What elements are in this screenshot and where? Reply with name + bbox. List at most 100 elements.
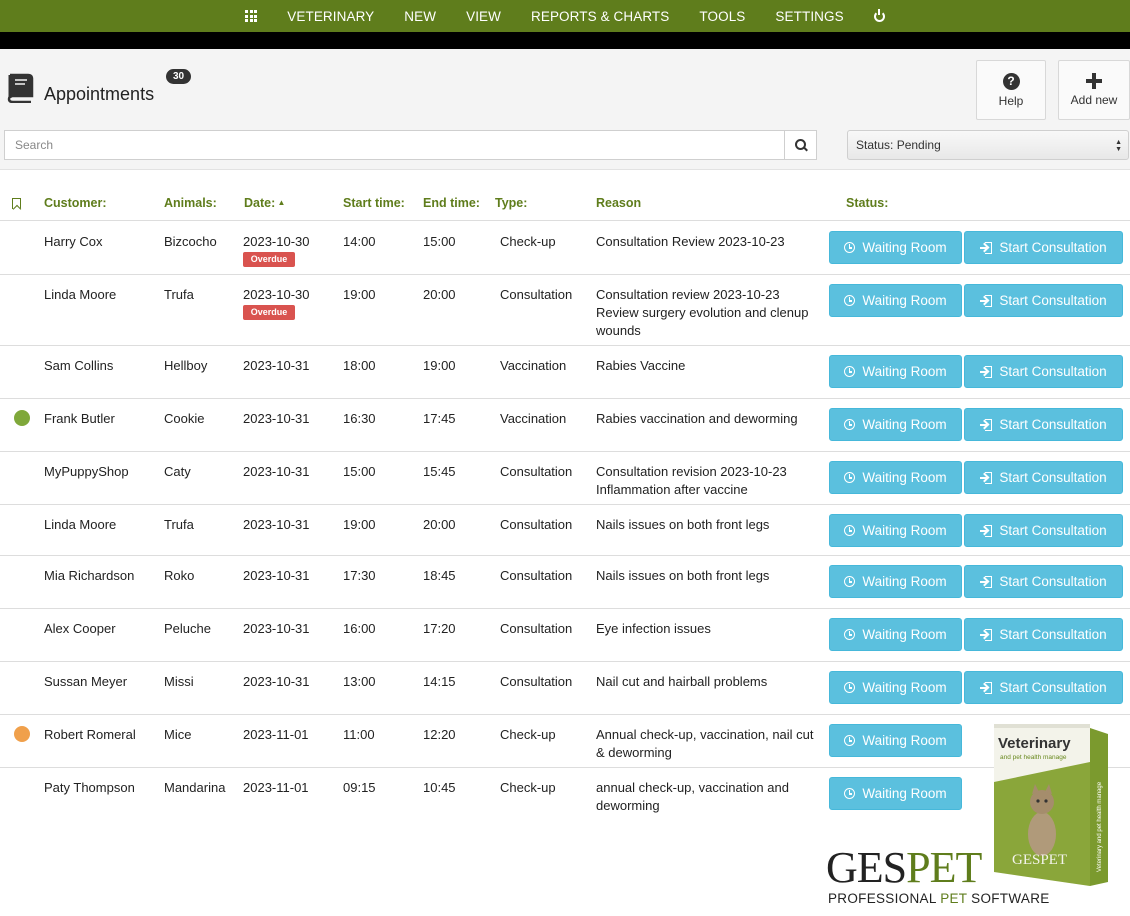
start-consultation-button[interactable]: Start Consultation xyxy=(964,231,1123,264)
waiting-room-label: Waiting Room xyxy=(862,293,947,308)
customer-name[interactable]: Linda Moore xyxy=(44,516,116,534)
appointment-date: 2023-10-31 xyxy=(243,620,310,638)
appointment-date: 2023-10-31 xyxy=(243,463,310,481)
customer-name[interactable]: Sussan Meyer xyxy=(44,673,127,691)
animal-name[interactable]: Trufa xyxy=(164,286,194,304)
search-button[interactable] xyxy=(784,130,817,160)
animal-name[interactable]: Caty xyxy=(164,463,191,481)
nav-veterinary[interactable]: VETERINARY xyxy=(272,0,389,32)
waiting-room-button[interactable]: Waiting Room xyxy=(829,284,962,317)
start-consultation-button[interactable]: Start Consultation xyxy=(964,408,1123,441)
status-filter-label: Status: xyxy=(856,138,894,152)
clock-icon xyxy=(844,788,856,799)
plus-icon xyxy=(1086,73,1102,89)
table-row[interactable]: Sussan Meyer Missi 2023-10-31 13:00 14:15 Con… xyxy=(0,662,1130,715)
start-consultation-button[interactable]: Start Consultation xyxy=(964,514,1123,547)
animal-name[interactable]: Mice xyxy=(164,726,191,744)
animal-name[interactable]: Bizcocho xyxy=(164,233,217,251)
waiting-room-button[interactable]: Waiting Room xyxy=(829,565,962,598)
customer-name[interactable]: Frank Butler xyxy=(44,410,115,428)
col-date[interactable]: Date: ▲ xyxy=(244,196,285,210)
start-consultation-button[interactable]: Start Consultation xyxy=(964,565,1123,598)
status-dot xyxy=(14,410,30,426)
tagline-a: PROFESSIONAL xyxy=(828,891,941,906)
table-row[interactable]: MyPuppyShop Caty 2023-10-31 15:00 15:45 Consu… xyxy=(0,452,1130,505)
end-time: 15:00 xyxy=(423,234,456,249)
start-consultation-button[interactable]: Start Consultation xyxy=(964,355,1123,388)
appointment-reason: Nail cut and hairball problems xyxy=(596,674,768,689)
status-filter-select[interactable]: Status: Pending ▲ ▼ xyxy=(847,130,1129,160)
appointment-type: Consultation xyxy=(500,464,573,479)
table-row[interactable]: Sam Collins Hellboy 2023-10-31 18:00 19:00 Va… xyxy=(0,346,1130,399)
nav-new[interactable]: NEW xyxy=(389,0,451,32)
nav-tools[interactable]: TOOLS xyxy=(684,0,760,32)
customer-name[interactable]: Harry Cox xyxy=(44,233,103,251)
start-consultation-button[interactable]: Start Consultation xyxy=(964,284,1123,317)
logout-button[interactable] xyxy=(859,0,900,32)
book-icon xyxy=(7,73,34,103)
table-row[interactable]: Linda Moore Trufa 2023-10-30 Overdue 19:00 20… xyxy=(0,275,1130,346)
waiting-room-button[interactable]: Waiting Room xyxy=(829,355,962,388)
waiting-room-button[interactable]: Waiting Room xyxy=(829,408,962,441)
customer-name[interactable]: MyPuppyShop xyxy=(44,463,129,481)
start-time: 15:00 xyxy=(343,464,376,479)
nav-view[interactable]: VIEW xyxy=(451,0,516,32)
table-row[interactable]: Frank Butler Cookie 2023-10-31 16:30 17:45 Va… xyxy=(0,399,1130,452)
clock-icon xyxy=(844,576,856,587)
appointment-reason: Nails issues on both front legs xyxy=(596,517,770,532)
waiting-room-button[interactable]: Waiting Room xyxy=(829,671,962,704)
waiting-room-button[interactable]: Waiting Room xyxy=(829,231,962,264)
help-button[interactable]: ? Help xyxy=(976,60,1046,120)
waiting-room-button[interactable]: Waiting Room xyxy=(829,618,962,651)
appointment-reason: Nails issues on both front legs xyxy=(596,568,770,583)
col-type[interactable]: Type: xyxy=(495,196,527,210)
animal-name[interactable]: Mandarina xyxy=(164,779,225,797)
overdue-badge: Overdue xyxy=(243,252,295,267)
animal-name[interactable]: Peluche xyxy=(164,620,211,638)
col-customer[interactable]: Customer: xyxy=(44,196,107,210)
clock-icon xyxy=(844,735,856,746)
apps-menu-button[interactable] xyxy=(230,0,272,32)
date-value: 2023-10-31 xyxy=(243,358,310,373)
start-consultation-button[interactable]: Start Consultation xyxy=(964,461,1123,494)
start-consultation-button[interactable]: Start Consultation xyxy=(964,671,1123,704)
customer-name[interactable]: Sam Collins xyxy=(44,357,113,375)
animal-name[interactable]: Hellboy xyxy=(164,357,207,375)
add-new-button[interactable]: Add new xyxy=(1058,60,1130,120)
table-row[interactable]: Harry Cox Bizcocho 2023-10-30 Overdue 14:00 1… xyxy=(0,222,1130,275)
customer-name[interactable]: Linda Moore xyxy=(44,286,116,304)
customer-name[interactable]: Robert Romeral xyxy=(44,726,136,744)
customer-name[interactable]: Mia Richardson xyxy=(44,567,134,585)
sign-in-icon xyxy=(980,575,993,588)
col-start-time[interactable]: Start time: xyxy=(343,196,405,210)
table-row[interactable]: Alex Cooper Peluche 2023-10-31 16:00 17:20 Co… xyxy=(0,609,1130,662)
customer-name[interactable]: Alex Cooper xyxy=(44,620,116,638)
col-end-time[interactable]: End time: xyxy=(423,196,480,210)
table-row[interactable]: Mia Richardson Roko 2023-10-31 17:30 18:45 Co… xyxy=(0,556,1130,609)
col-status[interactable]: Status: xyxy=(846,196,888,210)
search-input[interactable] xyxy=(4,130,785,160)
table-row[interactable]: Paty Thompson Mandarina 2023-11-01 09:15 10:… xyxy=(0,768,1130,828)
table-header: Customer: Animals: Date: ▲ Start time: E… xyxy=(0,190,1130,221)
product-box-title: Veterinary xyxy=(998,735,1071,752)
animal-name[interactable]: Cookie xyxy=(164,410,204,428)
waiting-room-button[interactable]: Waiting Room xyxy=(829,514,962,547)
col-animals[interactable]: Animals: xyxy=(164,196,217,210)
nav-settings[interactable]: SETTINGS xyxy=(760,0,858,32)
waiting-room-button[interactable]: Waiting Room xyxy=(829,777,962,810)
col-reason[interactable]: Reason xyxy=(596,196,641,210)
nav-reports-charts[interactable]: REPORTS & CHARTS xyxy=(516,0,684,32)
appointment-date: 2023-11-01 xyxy=(243,726,309,744)
start-consultation-button[interactable]: Start Consultation xyxy=(964,618,1123,651)
start-consultation-label: Start Consultation xyxy=(999,293,1107,308)
product-box-side: Veterinary and pet health manage xyxy=(1097,781,1103,872)
table-row[interactable]: Linda Moore Trufa 2023-10-31 19:00 20:00 Cons… xyxy=(0,505,1130,556)
animal-name[interactable]: Trufa xyxy=(164,516,194,534)
table-row[interactable]: Robert Romeral Mice 2023-11-01 11:00 12:20 Ch… xyxy=(0,715,1130,768)
animal-name[interactable]: Missi xyxy=(164,673,194,691)
animal-name[interactable]: Roko xyxy=(164,567,194,585)
start-time: 11:00 xyxy=(343,727,375,742)
customer-name[interactable]: Paty Thompson xyxy=(44,779,135,797)
waiting-room-button[interactable]: Waiting Room xyxy=(829,724,962,757)
waiting-room-button[interactable]: Waiting Room xyxy=(829,461,962,494)
